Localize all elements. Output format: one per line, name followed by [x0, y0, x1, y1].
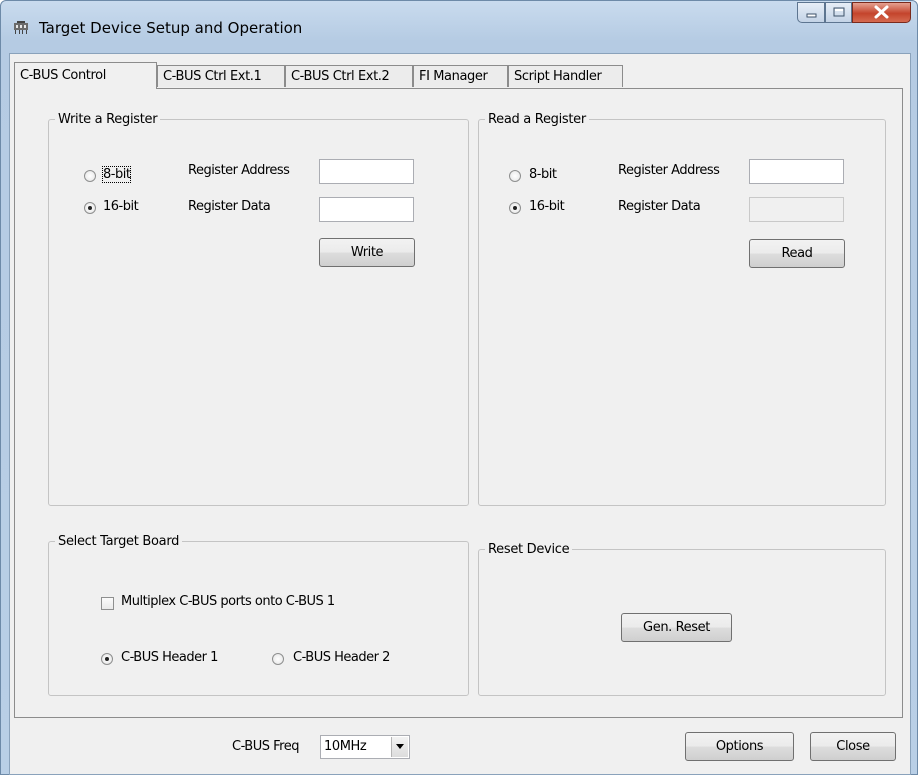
- tab-script-handler[interactable]: Script Handler: [508, 65, 623, 87]
- client-area: C-BUS Control C-BUS Ctrl Ext.1 C-BUS Ctr…: [9, 53, 911, 775]
- cbus-header2-radio[interactable]: [272, 653, 284, 665]
- tab-cbus-ctrl-ext1[interactable]: C-BUS Ctrl Ext.1: [157, 65, 285, 87]
- gen-reset-button[interactable]: Gen. Reset: [621, 613, 732, 642]
- maximize-button[interactable]: [825, 2, 852, 23]
- write-data-input[interactable]: [319, 197, 414, 222]
- multiplex-label[interactable]: Multiplex C-BUS ports onto C-BUS 1: [121, 594, 335, 609]
- minimize-button[interactable]: [797, 2, 825, 23]
- write-8bit-label[interactable]: 8-bit: [101, 166, 132, 183]
- read-button[interactable]: Read: [749, 239, 845, 268]
- cbus-freq-label: C-BUS Freq: [232, 739, 299, 754]
- write-16bit-radio[interactable]: [84, 202, 96, 214]
- title-bar[interactable]: Target Device Setup and Operation: [1, 1, 917, 53]
- read-data-output: [749, 197, 844, 222]
- write-address-label: Register Address: [188, 163, 290, 178]
- tab-cbus-control[interactable]: C-BUS Control: [14, 62, 157, 89]
- main-window: Target Device Setup and Operation C-BUS …: [0, 0, 918, 775]
- close-button[interactable]: Close: [810, 732, 896, 761]
- write-button[interactable]: Write: [319, 238, 415, 267]
- device-setup-icon: [14, 21, 28, 34]
- read-address-input[interactable]: [749, 159, 844, 184]
- write-16bit-label[interactable]: 16-bit: [103, 199, 139, 214]
- read-16bit-radio[interactable]: [509, 202, 521, 214]
- cbus-freq-value: 10MHz: [324, 739, 367, 754]
- write-8bit-radio[interactable]: [84, 170, 96, 182]
- reset-device-legend: Reset Device: [488, 542, 570, 557]
- read-8bit-label[interactable]: 8-bit: [529, 167, 557, 182]
- tab-cbus-ctrl-ext2[interactable]: C-BUS Ctrl Ext.2: [285, 65, 413, 87]
- read-address-label: Register Address: [618, 163, 720, 178]
- read-register-legend: Read a Register: [488, 112, 586, 127]
- cbus-freq-select[interactable]: 10MHz: [320, 735, 410, 759]
- close-window-button[interactable]: [852, 2, 911, 23]
- cbus-header1-label[interactable]: C-BUS Header 1: [121, 650, 218, 665]
- target-board-group: Select Target Board: [48, 534, 469, 696]
- maximize-icon: [833, 7, 845, 17]
- target-board-legend: Select Target Board: [58, 534, 180, 549]
- minimize-icon: [806, 13, 817, 18]
- tab-panel-cbus-control: Write a Register 8-bit 16-bit Register A…: [14, 88, 903, 718]
- write-data-label: Register Data: [188, 199, 271, 214]
- write-register-legend: Write a Register: [58, 112, 158, 127]
- multiplex-checkbox[interactable]: [101, 597, 114, 610]
- write-address-input[interactable]: [319, 159, 414, 184]
- tab-fi-manager[interactable]: FI Manager: [413, 65, 508, 87]
- options-button[interactable]: Options: [685, 732, 794, 761]
- close-icon: [874, 5, 889, 19]
- read-data-label: Register Data: [618, 199, 701, 214]
- window-title: Target Device Setup and Operation: [39, 19, 303, 37]
- cbus-header2-label[interactable]: C-BUS Header 2: [293, 650, 390, 665]
- read-8bit-radio[interactable]: [509, 170, 521, 182]
- cbus-header1-radio[interactable]: [101, 653, 113, 665]
- read-16bit-label[interactable]: 16-bit: [529, 199, 565, 214]
- chevron-down-icon[interactable]: [391, 737, 408, 757]
